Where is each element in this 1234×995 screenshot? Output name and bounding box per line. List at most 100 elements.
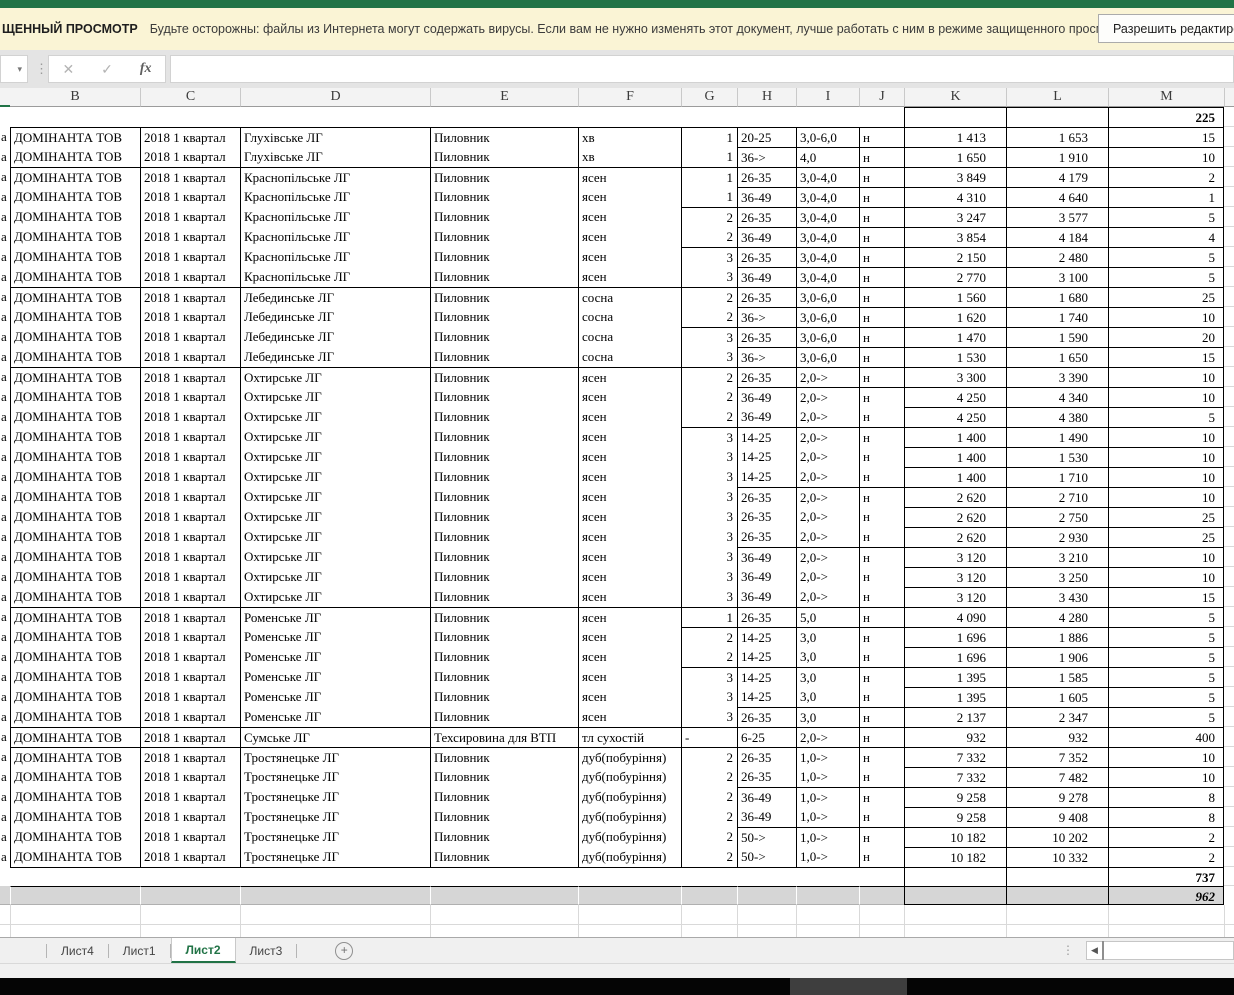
cell-j[interactable]: н [859, 387, 904, 407]
cell-g[interactable]: 2 [681, 627, 737, 647]
formula-bar-handle-icon[interactable]: ⋮ [35, 56, 48, 82]
cell-l[interactable]: 1 530 [1006, 447, 1108, 467]
cell-g[interactable]: 2 [681, 647, 737, 667]
cell-j[interactable] [859, 867, 904, 886]
cell-a[interactable]: а [0, 187, 10, 207]
cell-f[interactable]: ясен [578, 587, 681, 607]
cell-c[interactable]: 2018 1 квартал [140, 467, 240, 487]
cell-i[interactable]: 3,0-6,0 [796, 287, 859, 307]
cell-n[interactable] [1224, 707, 1234, 727]
cell-b[interactable]: ДОМІНАНТА ТОВ [10, 747, 140, 767]
cell-l[interactable]: 1 490 [1006, 427, 1108, 447]
cell-a[interactable]: а [0, 707, 10, 727]
cell-g[interactable]: 3 [681, 427, 737, 447]
cell-b[interactable] [10, 905, 140, 925]
cell-e[interactable]: Пиловник [430, 807, 578, 827]
cell-f[interactable]: дуб(побуріння) [578, 787, 681, 807]
formula-input[interactable] [170, 55, 1234, 83]
cell-k[interactable]: 1 400 [904, 467, 1006, 487]
cell-b[interactable] [10, 925, 140, 937]
cell-b[interactable]: ДОМІНАНТА ТОВ [10, 587, 140, 607]
cell-m[interactable]: 10 [1108, 307, 1224, 327]
cell-d[interactable]: Роменське ЛГ [240, 667, 430, 687]
cell-n[interactable] [1224, 807, 1234, 827]
cell-h[interactable]: 26-35 [737, 487, 796, 507]
cell-f[interactable]: ясен [578, 687, 681, 707]
cell-g[interactable]: 2 [681, 227, 737, 247]
cell-l[interactable] [1006, 905, 1108, 925]
cell-a[interactable]: а [0, 207, 10, 227]
cell-g[interactable] [681, 925, 737, 937]
cell-e[interactable]: Пиловник [430, 747, 578, 767]
cell-e[interactable]: Пиловник [430, 167, 578, 187]
cell-l[interactable]: 4 184 [1006, 227, 1108, 247]
cell-h[interactable]: 26-35 [737, 707, 796, 727]
cell-h[interactable]: 14-25 [737, 447, 796, 467]
cell-h[interactable]: 26-35 [737, 607, 796, 627]
cell-f[interactable] [578, 886, 681, 905]
cell-i[interactable]: 3,0 [796, 627, 859, 647]
column-header[interactable]: G [681, 88, 737, 107]
cell-g[interactable]: 2 [681, 847, 737, 867]
cell-j[interactable] [859, 886, 904, 905]
cell-e[interactable]: Пиловник [430, 487, 578, 507]
worksheet-grid[interactable]: BCDEFGHIJKLM225аДОМІНАНТА ТОВ2018 1 квар… [0, 88, 1234, 937]
cell-l[interactable] [1006, 886, 1108, 905]
cell-g[interactable]: 3 [681, 667, 737, 687]
cell-i[interactable]: 4,0 [796, 147, 859, 167]
cell-h[interactable] [737, 925, 796, 937]
cell-d[interactable]: Охтирське ЛГ [240, 387, 430, 407]
cell-b[interactable]: ДОМІНАНТА ТОВ [10, 527, 140, 547]
cell-k[interactable]: 2 150 [904, 247, 1006, 267]
cell-c[interactable]: 2018 1 квартал [140, 307, 240, 327]
cell-d[interactable]: Тростянецьке ЛГ [240, 767, 430, 787]
cell-j[interactable]: н [859, 187, 904, 207]
cell-i[interactable]: 3,0-4,0 [796, 207, 859, 227]
cell-j[interactable]: н [859, 407, 904, 427]
cell-h[interactable]: 26-35 [737, 287, 796, 307]
cell-a[interactable]: а [0, 127, 10, 147]
cell-i[interactable] [796, 925, 859, 937]
cell-k[interactable]: 1 395 [904, 667, 1006, 687]
cell-j[interactable]: н [859, 427, 904, 447]
sheet-tab-лист3[interactable]: Лист3 [236, 944, 298, 958]
cell-b[interactable]: ДОМІНАНТА ТОВ [10, 667, 140, 687]
cell-a[interactable]: а [0, 367, 10, 387]
cancel-icon[interactable]: ✕ [62, 61, 74, 78]
cell-d[interactable]: Лебединське ЛГ [240, 287, 430, 307]
cell-h[interactable]: 26-35 [737, 747, 796, 767]
cell-n[interactable] [1224, 687, 1234, 707]
cell-h[interactable]: 36-> [737, 307, 796, 327]
cell-l[interactable] [1006, 107, 1108, 127]
cell-f[interactable]: ясен [578, 667, 681, 687]
cell-a[interactable]: а [0, 427, 10, 447]
cell-j[interactable]: н [859, 647, 904, 667]
cell-k[interactable]: 1 620 [904, 307, 1006, 327]
cell-m[interactable]: 5 [1108, 267, 1224, 287]
cell-d[interactable] [240, 107, 430, 127]
cell-k[interactable]: 4 310 [904, 187, 1006, 207]
cell-b[interactable]: ДОМІНАНТА ТОВ [10, 187, 140, 207]
cell-g[interactable]: 3 [681, 347, 737, 367]
cell-a[interactable]: а [0, 307, 10, 327]
cell-b[interactable]: ДОМІНАНТА ТОВ [10, 487, 140, 507]
cell-c[interactable] [140, 867, 240, 886]
sheet-tab-лист4[interactable]: Лист4 [47, 944, 109, 958]
cell-l[interactable]: 932 [1006, 727, 1108, 747]
cell-e[interactable]: Пиловник [430, 527, 578, 547]
cell-c[interactable]: 2018 1 квартал [140, 567, 240, 587]
cell-j[interactable]: н [859, 767, 904, 787]
cell-c[interactable]: 2018 1 квартал [140, 407, 240, 427]
cell-c[interactable]: 2018 1 квартал [140, 667, 240, 687]
cell-l[interactable]: 2 930 [1006, 527, 1108, 547]
cell-j[interactable] [859, 905, 904, 925]
cell-c[interactable]: 2018 1 квартал [140, 647, 240, 667]
cell-g[interactable]: 3 [681, 447, 737, 467]
cell-n[interactable] [1224, 627, 1234, 647]
cell-h[interactable]: 6-25 [737, 727, 796, 747]
cell-a[interactable]: а [0, 587, 10, 607]
cell-k[interactable] [904, 886, 1006, 905]
cell-k[interactable]: 3 120 [904, 567, 1006, 587]
cell-l[interactable]: 3 100 [1006, 267, 1108, 287]
cell-c[interactable]: 2018 1 квартал [140, 327, 240, 347]
